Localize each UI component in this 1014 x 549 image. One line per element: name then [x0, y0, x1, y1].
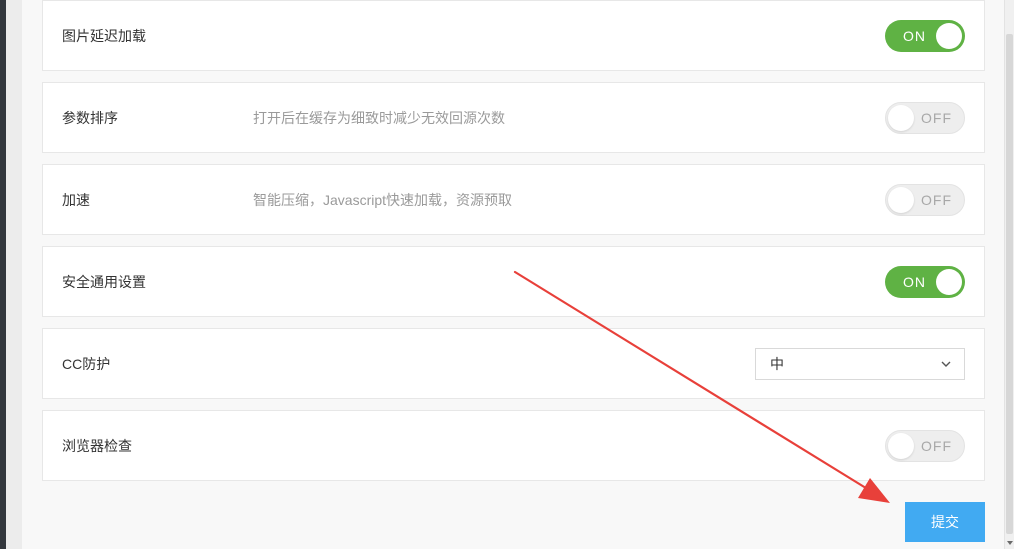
- setting-row-cc-protection: CC防护 中: [42, 328, 985, 399]
- scrollbar-thumb[interactable]: [1006, 34, 1013, 534]
- setting-row-param-sort: 参数排序 打开后在缓存为细致时减少无效回源次数 OFF: [42, 82, 985, 153]
- submit-button[interactable]: 提交: [905, 502, 985, 542]
- select-value: 中: [770, 355, 784, 372]
- security-general-toggle[interactable]: ON: [885, 265, 965, 298]
- toggle-knob: [888, 432, 914, 459]
- setting-label: CC防护: [62, 355, 111, 372]
- toggle-knob: [936, 268, 962, 295]
- setting-label: 加速: [62, 191, 90, 208]
- chevron-down-icon: [941, 361, 951, 367]
- setting-row-image-lazy-load: 图片延迟加载 ON: [42, 0, 985, 71]
- toggle-knob: [888, 104, 914, 131]
- toggle-state-text: OFF: [921, 437, 952, 454]
- toggle-state-text: OFF: [921, 109, 952, 126]
- setting-label: 参数排序: [62, 109, 118, 126]
- cc-protection-select[interactable]: 中: [755, 347, 965, 380]
- setting-label: 图片延迟加载: [62, 27, 146, 44]
- toggle-knob: [936, 22, 962, 49]
- setting-description: 智能压缩，Javascript快速加载，资源预取: [253, 191, 513, 208]
- setting-row-security-general: 安全通用设置 ON: [42, 246, 985, 317]
- setting-description: 打开后在缓存为细致时减少无效回源次数: [253, 109, 505, 126]
- toggle-state-text: ON: [903, 273, 926, 290]
- acceleration-toggle[interactable]: OFF: [885, 183, 965, 216]
- vertical-scrollbar[interactable]: [1004, 0, 1014, 549]
- toggle-state-text: ON: [903, 27, 926, 44]
- param-sort-toggle[interactable]: OFF: [885, 101, 965, 134]
- scroll-down-arrow-icon[interactable]: [1005, 537, 1014, 549]
- setting-label: 安全通用设置: [62, 273, 146, 290]
- toggle-knob: [888, 186, 914, 213]
- setting-label: 浏览器检查: [62, 437, 132, 454]
- toggle-state-text: OFF: [921, 191, 952, 208]
- left-gutter: [6, 0, 22, 549]
- setting-row-browser-check: 浏览器检查 OFF: [42, 410, 985, 481]
- browser-check-toggle[interactable]: OFF: [885, 429, 965, 462]
- image-lazy-load-toggle[interactable]: ON: [885, 19, 965, 52]
- setting-row-acceleration: 加速 智能压缩，Javascript快速加载，资源预取 OFF: [42, 164, 985, 235]
